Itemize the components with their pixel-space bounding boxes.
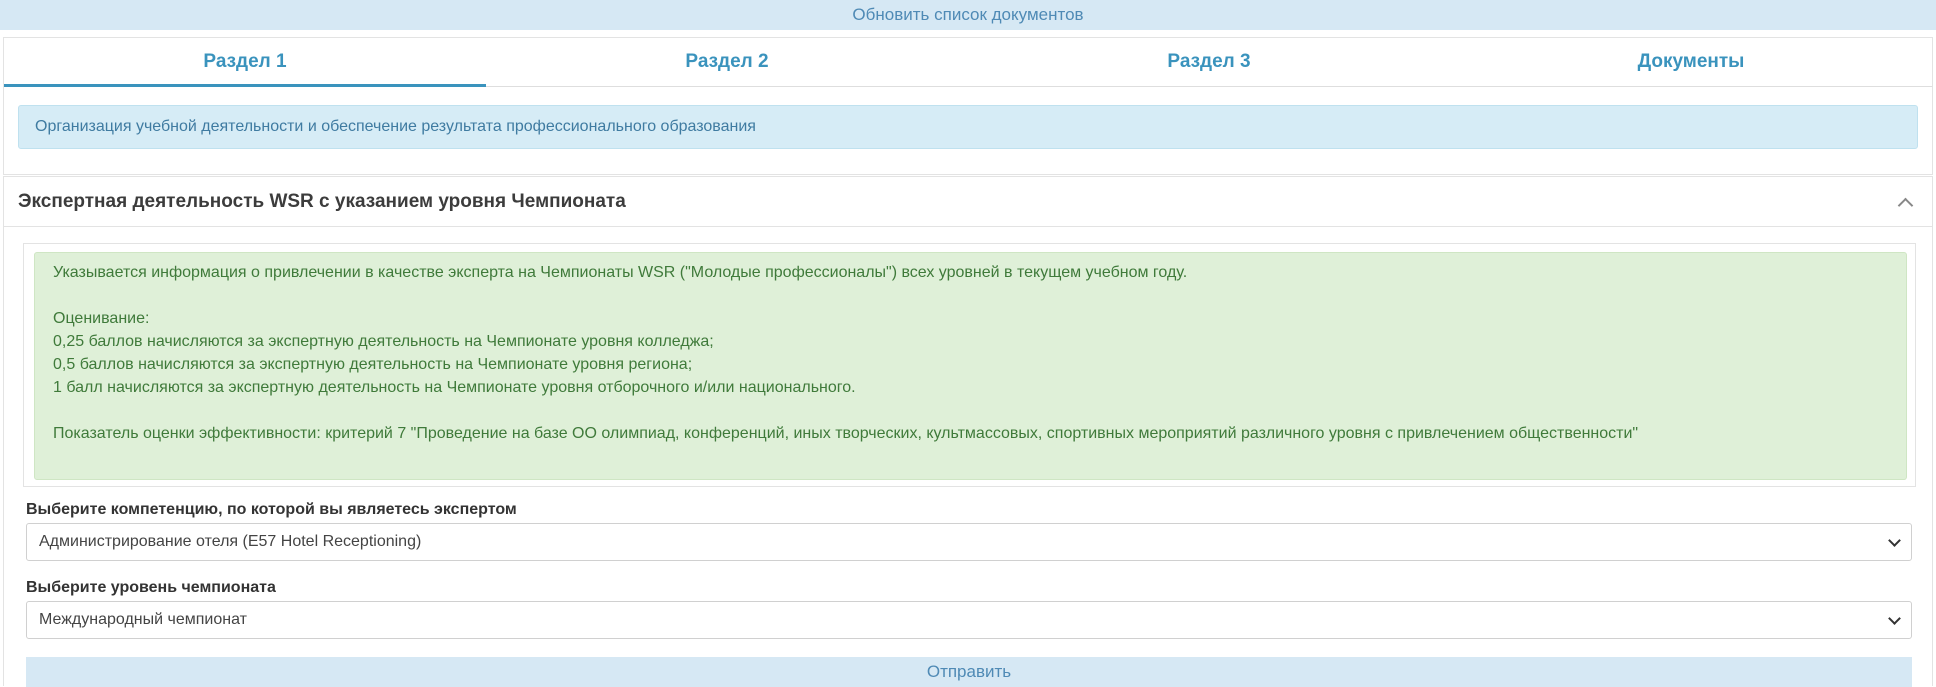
card-title: Экспертная деятельность WSR с указанием … [18, 190, 626, 212]
alert-line-region: 0,5 баллов начисляются за экспертную дея… [53, 356, 693, 373]
submit-button[interactable]: Отправить [26, 657, 1912, 687]
competence-label: Выберите компетенцию, по которой вы явля… [26, 501, 517, 518]
alert-line-grading-title: Оценивание: [53, 310, 150, 327]
level-label: Выберите уровень чемпионата [26, 579, 276, 596]
section-tabs: Раздел 1 Раздел 2 Раздел 3 Документы [3, 37, 1933, 87]
tab-documents[interactable]: Документы [1450, 38, 1932, 86]
alert-container: Указывается информация о привлечении в к… [23, 243, 1916, 487]
competence-select-value: Администрирование отеля (E57 Hotel Recep… [39, 533, 422, 550]
alert-line-criterion: Показатель оценки эффективности: критери… [53, 425, 1639, 442]
competence-select[interactable]: Администрирование отеля (E57 Hotel Recep… [26, 523, 1912, 561]
chevron-down-icon [1888, 534, 1901, 547]
expert-activity-card: Экспертная деятельность WSR с указанием … [3, 176, 1933, 687]
level-select[interactable]: Международный чемпионат [26, 601, 1912, 639]
instructions-alert: Указывается информация о привлечении в к… [34, 252, 1907, 480]
chevron-down-icon [1888, 612, 1901, 625]
tab-section-2[interactable]: Раздел 2 [486, 38, 968, 86]
level-select-value: Международный чемпионат [39, 611, 247, 628]
alert-line-intro: Указывается информация о привлечении в к… [53, 264, 1188, 281]
refresh-documents-button[interactable]: Обновить список документов [0, 0, 1936, 30]
card-header[interactable]: Экспертная деятельность WSR с указанием … [4, 177, 1932, 227]
chevron-up-icon[interactable] [1898, 195, 1912, 209]
tab-section-1[interactable]: Раздел 1 [4, 38, 486, 87]
tab-section-3[interactable]: Раздел 3 [968, 38, 1450, 86]
alert-line-college: 0,25 баллов начисляются за экспертную де… [53, 333, 714, 350]
alert-line-national: 1 балл начисляются за экспертную деятель… [53, 379, 856, 396]
section-info-banner: Организация учебной деятельности и обесп… [18, 105, 1918, 149]
section-panel: Организация учебной деятельности и обесп… [3, 87, 1933, 175]
